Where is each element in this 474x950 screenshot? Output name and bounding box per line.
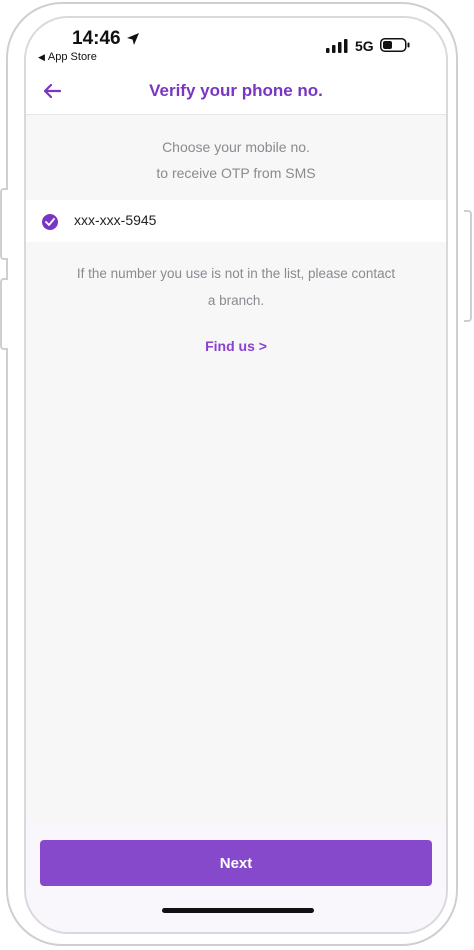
page-title: Verify your phone no. — [149, 81, 323, 100]
footer-bar: Next — [26, 822, 446, 932]
battery-icon — [380, 38, 410, 52]
home-indicator[interactable] — [162, 908, 314, 913]
next-button[interactable]: Next — [40, 840, 432, 886]
notice-line-2: a branch. — [207, 293, 265, 308]
phone-number-label: xxx-xxx-5945 — [74, 212, 157, 228]
notice-line-1: If the number you use is not in the list… — [76, 266, 396, 281]
volume-up-side-button — [0, 188, 8, 260]
branch-notice: If the number you use is not in the list… — [46, 260, 426, 314]
status-time: 14:46 — [72, 28, 121, 49]
instructions-line-2: to receive OTP from SMS — [156, 165, 316, 181]
network-type: 5G — [355, 38, 374, 54]
power-side-button — [464, 210, 472, 322]
back-to-app-store-link[interactable]: ◀ App Store — [38, 51, 97, 63]
signal-bars-icon — [326, 39, 348, 53]
status-bar: 14:46 ◀ App Store 5G — [26, 18, 446, 68]
check-circle-icon[interactable] — [42, 214, 58, 230]
volume-down-side-button — [0, 278, 8, 350]
page-header: Verify your phone no. — [26, 68, 446, 115]
instructions-line-1: Choose your mobile no. — [162, 139, 310, 155]
phone-screen: 14:46 ◀ App Store 5G Verify your phone no… — [24, 16, 448, 934]
location-arrow-icon — [127, 33, 139, 45]
back-triangle-icon: ◀ — [38, 52, 45, 62]
find-us-link[interactable]: Find us > — [26, 338, 446, 354]
back-app-label: App Store — [47, 51, 97, 63]
instructions-text: Choose your mobile no. to receive OTP fr… — [26, 134, 446, 186]
phone-number-option[interactable]: xxx-xxx-5945 — [26, 200, 446, 242]
